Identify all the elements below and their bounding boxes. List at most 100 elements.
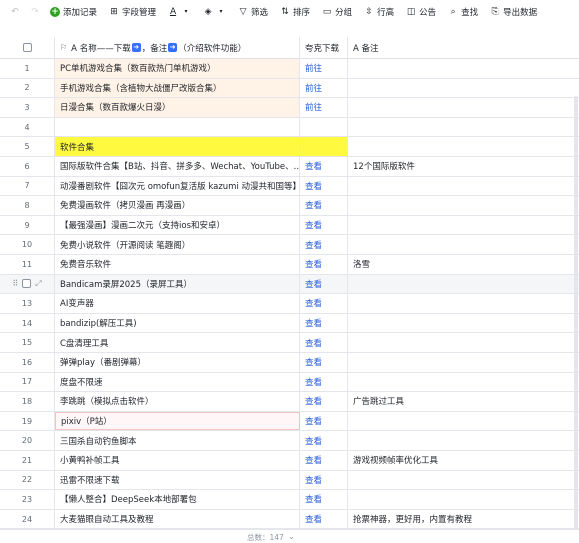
download-link[interactable]: 查看 bbox=[305, 395, 322, 407]
name-cell[interactable]: 国际版软件合集【B站、抖音、拼多多、Wechat、YouTube、... bbox=[55, 157, 300, 176]
download-cell[interactable]: 查看 bbox=[300, 451, 348, 470]
download-link[interactable]: 查看 bbox=[305, 415, 322, 427]
name-cell[interactable]: 免费小说软件（开源阅读 笔趣阁） bbox=[55, 235, 300, 254]
note-cell[interactable]: 广告跳过工具 bbox=[348, 392, 579, 411]
download-link[interactable]: 查看 bbox=[305, 278, 322, 290]
download-cell[interactable]: 查看 bbox=[300, 490, 348, 509]
download-cell[interactable] bbox=[300, 117, 348, 137]
download-cell[interactable]: 查看 bbox=[300, 353, 348, 372]
select-all-cell[interactable] bbox=[0, 37, 55, 58]
table-row[interactable]: 23 【懒人整合】DeepSeek本地部署包 查看 bbox=[0, 490, 579, 510]
name-cell[interactable]: 小黄鸭补帧工具 bbox=[55, 451, 300, 470]
table-row[interactable]: 24 大麦猫眼自动工具及教程 查看 抢票神器，更好用，内置有教程 bbox=[0, 509, 579, 529]
download-cell[interactable]: 前往 bbox=[300, 59, 348, 78]
download-cell[interactable]: 查看 bbox=[300, 196, 348, 215]
search-button[interactable]: ⌕ 查找 bbox=[448, 6, 479, 18]
download-cell[interactable]: 前往 bbox=[300, 78, 348, 98]
name-cell[interactable]: 李跳跳（模拟点击软件） bbox=[55, 392, 300, 411]
table-row[interactable]: 14 bandizip(解压工具) 查看 bbox=[0, 313, 579, 334]
name-cell[interactable]: 大麦猫眼自动工具及教程 bbox=[55, 509, 300, 529]
download-cell[interactable]: 查看 bbox=[300, 509, 348, 529]
column-header-download[interactable]: 夸克下载 bbox=[300, 37, 348, 58]
table-row[interactable]: 8 免费漫画软件（拷贝漫画 再漫画） 查看 bbox=[0, 196, 579, 216]
download-link[interactable]: 查看 bbox=[305, 513, 322, 525]
vertical-scrollbar[interactable] bbox=[574, 96, 578, 529]
undo-button[interactable]: ↶ bbox=[10, 7, 20, 17]
table-row[interactable]: 9 【最强漫画】漫画二次元（支持ios和安卓） 查看 bbox=[0, 215, 579, 236]
name-cell[interactable]: AI变声器 bbox=[55, 294, 300, 313]
table-row[interactable]: 11 免费音乐软件 查看 洛雪 bbox=[0, 255, 579, 275]
note-cell[interactable] bbox=[348, 196, 579, 215]
announcement-button[interactable]: ◫ 公告 bbox=[406, 6, 436, 18]
note-cell[interactable] bbox=[348, 235, 579, 254]
download-cell[interactable]: 前往 bbox=[300, 98, 348, 117]
chevron-down-icon[interactable]: ⌄ bbox=[288, 532, 295, 541]
name-cell[interactable]: 度盘不限速 bbox=[55, 372, 300, 392]
download-link[interactable]: 查看 bbox=[305, 258, 322, 270]
download-cell[interactable]: 查看 bbox=[300, 372, 348, 392]
download-cell[interactable]: 查看 bbox=[300, 333, 348, 352]
note-cell[interactable] bbox=[348, 137, 579, 156]
name-cell[interactable]: PC单机游戏合集（数百款热门单机游戏） bbox=[55, 59, 300, 78]
download-link[interactable]: 查看 bbox=[305, 219, 322, 231]
table-row[interactable]: 19 pixiv（P站） 查看 bbox=[0, 411, 579, 432]
download-link[interactable]: 前往 bbox=[305, 62, 322, 74]
name-cell[interactable]: 免费音乐软件 bbox=[55, 255, 300, 274]
table-row[interactable]: ⠿⤢12Bandicam录屏2025（录屏工具）查看 bbox=[0, 274, 579, 295]
name-cell[interactable]: 动漫番剧软件【囧次元 omofun复活版 kazumi 动漫共和国等】 bbox=[55, 176, 300, 196]
download-link[interactable]: 查看 bbox=[305, 199, 322, 211]
download-link[interactable]: 查看 bbox=[305, 474, 322, 486]
note-cell[interactable] bbox=[348, 59, 579, 78]
note-cell[interactable] bbox=[348, 98, 579, 117]
name-cell[interactable]: bandizip(解压工具) bbox=[55, 313, 300, 333]
download-cell[interactable]: 查看 bbox=[300, 176, 348, 196]
table-row[interactable]: 6 国际版软件合集【B站、抖音、拼多多、Wechat、YouTube、... 查看 1… bbox=[0, 157, 579, 177]
name-cell[interactable]: Bandicam录屏2025（录屏工具） bbox=[55, 274, 300, 294]
row-height-button[interactable]: ⇳ 行高 bbox=[364, 6, 394, 18]
note-cell[interactable] bbox=[348, 275, 579, 294]
name-cell[interactable]: 软件合集 bbox=[55, 137, 300, 156]
note-cell[interactable] bbox=[348, 79, 579, 98]
note-cell[interactable]: 游戏视频帧率优化工具 bbox=[348, 451, 579, 470]
name-cell[interactable]: 手机游戏合集（含植物大战僵尸改版合集） bbox=[55, 78, 300, 98]
download-cell[interactable]: 查看 bbox=[300, 470, 348, 490]
download-link[interactable]: 查看 bbox=[305, 493, 322, 505]
column-header-note[interactable]: A 备注 bbox=[348, 37, 579, 58]
table-row[interactable]: 13 AI变声器 查看 bbox=[0, 294, 579, 314]
sort-button[interactable]: ⇅ 排序 bbox=[280, 6, 310, 18]
table-row[interactable]: 7 动漫番剧软件【囧次元 omofun复活版 kazumi 动漫共和国等】 查看 bbox=[0, 176, 579, 197]
table-row[interactable]: 22 迅雷不限速下载 查看 bbox=[0, 470, 579, 491]
select-all-checkbox[interactable] bbox=[22, 43, 32, 52]
table-row[interactable]: 16 弹弹play（番剧弹幕） 查看 bbox=[0, 353, 579, 373]
fill-color-button[interactable]: ◈ ▾ bbox=[203, 7, 226, 17]
column-header-name[interactable]: ⚐ A 名称——下载 ➜ ，备注 ➜ （介绍软件功能） bbox=[55, 37, 300, 58]
download-link[interactable]: 查看 bbox=[305, 239, 322, 251]
table-row[interactable]: 18 李跳跳（模拟点击软件） 查看 广告跳过工具 bbox=[0, 392, 579, 412]
expand-icon[interactable]: ⤢ bbox=[35, 279, 41, 289]
download-cell[interactable]: 查看 bbox=[300, 255, 348, 274]
note-cell[interactable] bbox=[348, 412, 579, 431]
name-cell[interactable]: C盘清理工具 bbox=[55, 333, 300, 352]
name-cell[interactable]: 免费漫画软件（拷贝漫画 再漫画） bbox=[55, 196, 300, 215]
note-cell[interactable] bbox=[348, 490, 579, 509]
table-row[interactable]: 10 免费小说软件（开源阅读 笔趣阁） 查看 bbox=[0, 235, 579, 255]
add-record-button[interactable]: + 添加记录 bbox=[50, 6, 97, 18]
name-cell[interactable]: 【最强漫画】漫画二次元（支持ios和安卓） bbox=[55, 215, 300, 235]
download-cell[interactable]: 查看 bbox=[300, 215, 348, 235]
table-row[interactable]: 4 bbox=[0, 117, 579, 138]
filter-button[interactable]: ▽ 筛选 bbox=[238, 6, 268, 18]
export-button[interactable]: ⎘ 导出数据 bbox=[490, 6, 538, 18]
download-link[interactable]: 查看 bbox=[305, 376, 322, 388]
download-cell[interactable]: 查看 bbox=[300, 313, 348, 333]
table-row[interactable]: 1 PC单机游戏合集（数百款热门单机游戏） 前往 bbox=[0, 59, 579, 79]
download-link[interactable]: 查看 bbox=[305, 180, 322, 192]
download-link[interactable]: 查看 bbox=[305, 337, 322, 349]
row-checkbox[interactable] bbox=[22, 279, 32, 289]
redo-button[interactable]: ↷ bbox=[30, 7, 40, 17]
note-cell[interactable]: 洛雪 bbox=[348, 255, 579, 274]
download-cell[interactable]: 查看 bbox=[300, 431, 348, 450]
note-cell[interactable] bbox=[348, 118, 579, 137]
name-cell[interactable]: 日漫合集（数百款爆火日漫） bbox=[55, 98, 300, 117]
note-cell[interactable] bbox=[348, 373, 579, 392]
download-cell[interactable]: 查看 bbox=[300, 157, 348, 176]
